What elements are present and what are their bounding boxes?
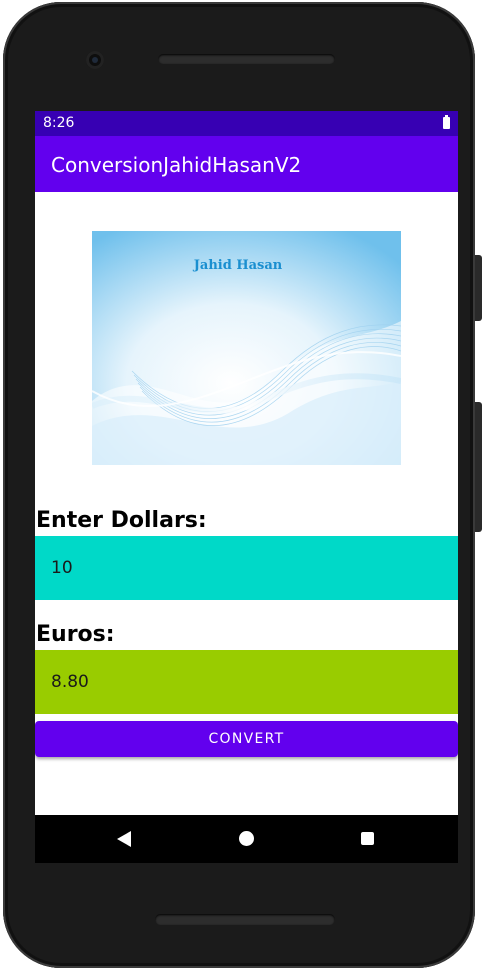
status-bar: 8:26 <box>35 111 458 136</box>
navigation-bar <box>35 815 458 863</box>
euros-label: Euros: <box>36 622 115 647</box>
dollars-label: Enter Dollars: <box>36 508 207 533</box>
status-time: 8:26 <box>43 115 75 131</box>
battery-icon <box>443 115 450 129</box>
app-screen: 8:26 ConversionJahidHasanV2 Jahid Hasan … <box>35 111 458 858</box>
front-camera-icon <box>86 51 104 69</box>
app-bar: ConversionJahidHasanV2 <box>35 136 458 192</box>
power-button <box>475 402 482 532</box>
volume-button <box>475 255 482 321</box>
home-icon[interactable] <box>239 831 254 846</box>
euros-output-field[interactable] <box>35 650 458 714</box>
recents-icon[interactable] <box>361 832 374 845</box>
app-title: ConversionJahidHasanV2 <box>51 153 302 177</box>
back-icon[interactable] <box>117 831 131 847</box>
dollars-input[interactable] <box>35 536 458 600</box>
header-image: Jahid Hasan <box>92 231 401 465</box>
device-frame: 8:26 ConversionJahidHasanV2 Jahid Hasan … <box>0 0 497 971</box>
earpiece-speaker <box>158 54 335 64</box>
image-caption: Jahid Hasan <box>193 258 283 273</box>
bottom-speaker <box>155 914 335 925</box>
convert-button[interactable]: CONVERT <box>35 721 458 757</box>
